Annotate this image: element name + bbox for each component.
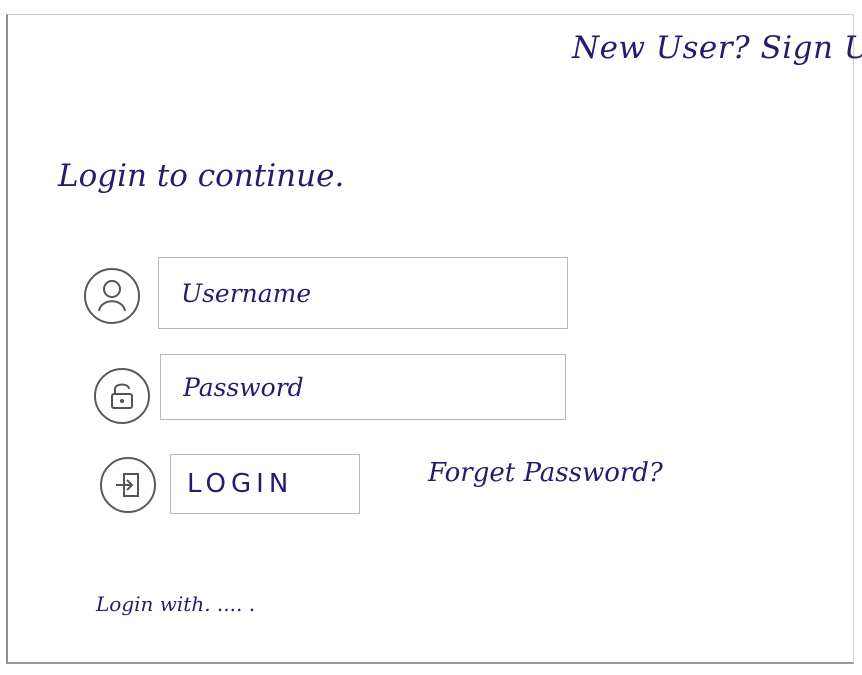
signup-link[interactable]: New User? Sign Up. (572, 30, 862, 66)
login-button[interactable]: LOGIN (170, 454, 360, 514)
password-input[interactable] (183, 355, 565, 419)
password-field[interactable] (160, 354, 566, 420)
username-field[interactable] (158, 257, 568, 329)
unlock-icon-glyph (111, 383, 133, 409)
login-icon-glyph (116, 473, 139, 497)
login-with-label: Login with. .... . (96, 592, 256, 616)
username-input[interactable] (181, 258, 567, 328)
unlock-icon (94, 368, 150, 424)
user-icon (84, 268, 140, 324)
forgot-password-link[interactable]: Forget Password? (428, 458, 663, 488)
page-title: Login to continue. (58, 158, 345, 194)
login-page: New User? Sign Up. Login to continue. LO… (0, 0, 862, 675)
user-icon-glyph (98, 280, 126, 312)
window-frame (6, 14, 854, 664)
login-icon (100, 457, 156, 513)
